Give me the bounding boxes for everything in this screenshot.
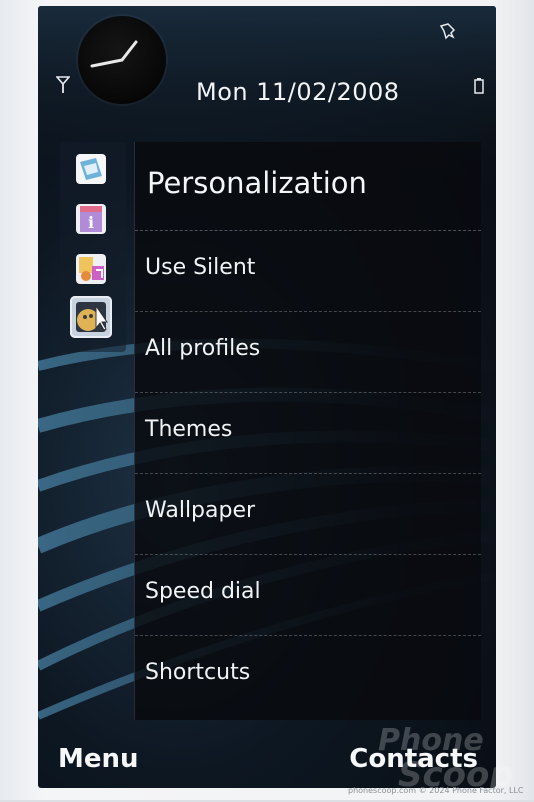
info-app-icon[interactable]: i (70, 198, 112, 240)
music-app-icon[interactable] (70, 248, 112, 290)
menu-item-speed-dial[interactable]: Speed dial (135, 555, 481, 636)
battery-icon (474, 78, 484, 94)
menu-item-label: All profiles (145, 336, 261, 361)
menu-item-label: Themes (145, 417, 233, 442)
date-label: Mon 11/02/2008 (196, 78, 400, 106)
menu-item-themes[interactable]: Themes (135, 393, 481, 474)
credit-text: phonescoop.com © 2024 Phone Factor, LLC (348, 786, 524, 795)
watermark-line1: Phone (378, 723, 484, 758)
menu-item-wallpaper[interactable]: Wallpaper (135, 474, 481, 555)
menu-item-shortcuts[interactable]: Shortcuts (135, 636, 481, 717)
menu-item-label: Shortcuts (145, 660, 251, 685)
personalization-panel: Personalization Use Silent All profiles … (134, 142, 481, 720)
pin-icon (439, 23, 456, 40)
menu-item-label: Speed dial (145, 579, 261, 604)
menu-softkey[interactable]: Menu (58, 744, 139, 774)
analog-clock-icon[interactable] (78, 16, 166, 104)
signal-icon (56, 76, 70, 93)
menu-item-use-silent[interactable]: Use Silent (135, 231, 481, 312)
device-frame: Mon 11/02/2008 i Personalization Use Sil… (0, 0, 534, 800)
menu-item-label: Wallpaper (145, 498, 256, 523)
app-shortcut-strip: i (60, 142, 126, 352)
menu-item-label: Use Silent (145, 255, 256, 280)
menu-item-all-profiles[interactable]: All profiles (135, 312, 481, 393)
status-bar: Mon 11/02/2008 (38, 6, 496, 136)
phone-screen: Mon 11/02/2008 i Personalization Use Sil… (38, 6, 496, 788)
personalization-app-icon[interactable] (70, 296, 112, 338)
svg-text:i: i (88, 213, 94, 232)
panel-title: Personalization (147, 166, 367, 200)
gallery-app-icon[interactable] (70, 148, 112, 190)
